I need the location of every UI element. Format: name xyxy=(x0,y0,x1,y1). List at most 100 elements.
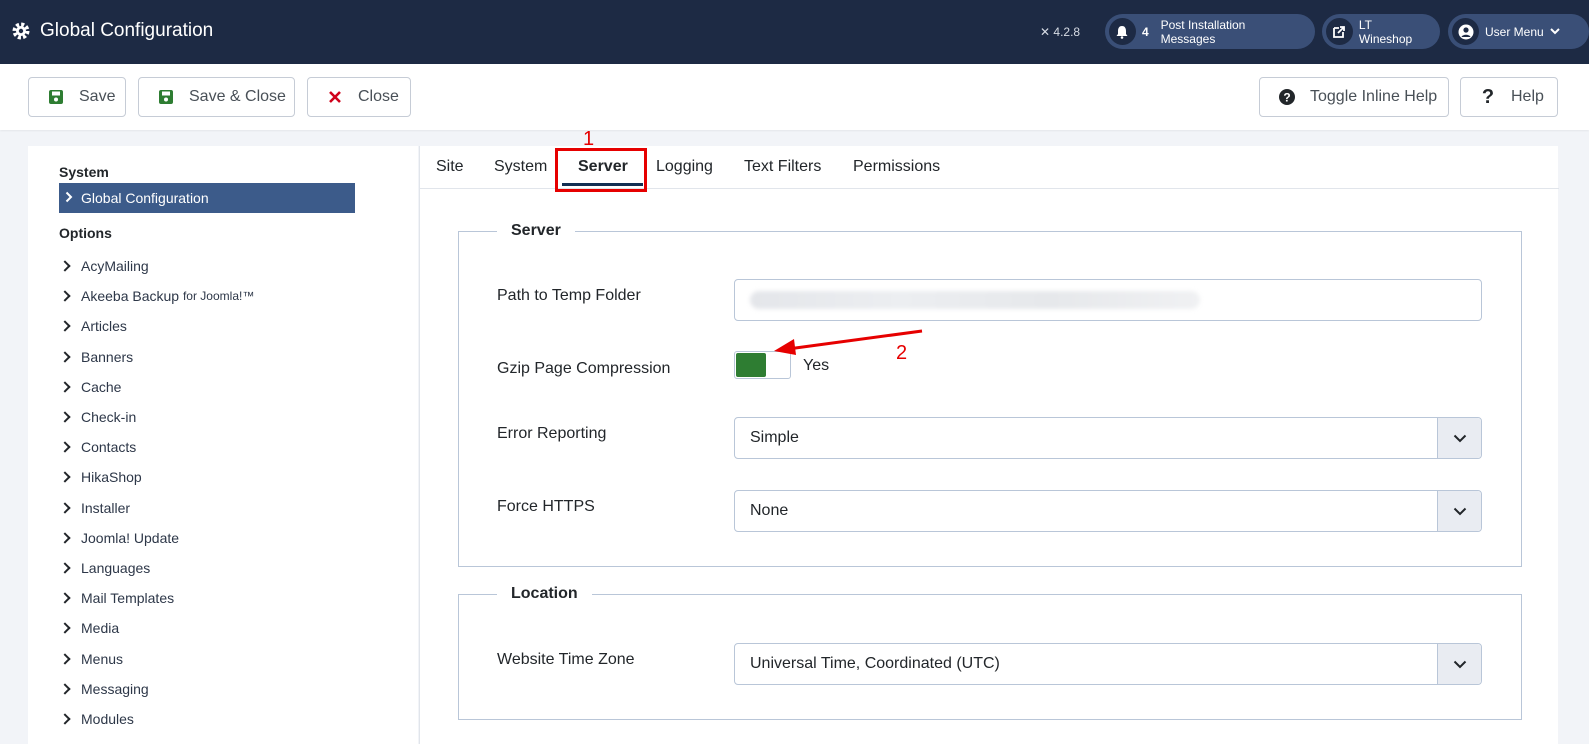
chevron-right-icon xyxy=(59,592,71,604)
sidebar-item-label: Global Configuration xyxy=(81,190,209,206)
chevron-right-icon xyxy=(59,562,71,574)
sidebar-item-akeeba-backup[interactable]: Akeeba Backup for Joomla!™ xyxy=(59,281,254,311)
help-button[interactable]: ? Help xyxy=(1460,77,1558,117)
save-close-button[interactable]: Save & Close xyxy=(138,77,295,117)
timezone-label: Website Time Zone xyxy=(497,651,635,668)
location-fieldset: Location Website Time Zone Universal Tim… xyxy=(458,585,1522,720)
force-https-select[interactable]: None xyxy=(734,490,1482,532)
sidebar-options-list: AcyMailing Akeeba Backup for Joomla!™ Ar… xyxy=(59,251,254,734)
temp-folder-input[interactable] xyxy=(734,279,1482,321)
timezone-select[interactable]: Universal Time, Coordinated (UTC) xyxy=(734,643,1482,685)
chevron-down-icon xyxy=(1437,644,1481,684)
sidebar-item-messaging[interactable]: Messaging xyxy=(59,674,254,704)
save-close-label: Save & Close xyxy=(189,88,286,105)
save-icon xyxy=(157,88,175,106)
sidebar-item-acymailing[interactable]: AcyMailing xyxy=(59,251,254,281)
toggle-inline-help-button[interactable]: ? Toggle Inline Help xyxy=(1259,77,1449,117)
site-label: LT Wineshop xyxy=(1358,17,1413,46)
chevron-down-icon xyxy=(1437,491,1481,531)
sidebar-item-cache[interactable]: Cache xyxy=(59,372,254,402)
chevron-right-icon xyxy=(59,441,71,453)
post-installation-messages-button[interactable]: 4 Post Installation Messages xyxy=(1105,14,1315,49)
server-fieldset: Server Path to Temp Folder Gzip Page Com… xyxy=(458,222,1522,567)
annotation-number-1: 1 xyxy=(583,128,595,150)
error-reporting-value: Simple xyxy=(750,429,799,446)
sidebar-item-contacts[interactable]: Contacts xyxy=(59,432,254,462)
save-button[interactable]: Save xyxy=(28,77,126,117)
post-installation-label: Post Installation Messages xyxy=(1160,17,1246,46)
chevron-right-icon xyxy=(59,260,71,272)
sidebar-item-joomla-update[interactable]: Joomla! Update xyxy=(59,523,254,553)
chevron-right-icon xyxy=(59,652,71,665)
notification-count: 4 xyxy=(1141,24,1149,39)
sidebar-item-hikashop[interactable]: HikaShop xyxy=(59,462,254,492)
annotation-arrow-icon xyxy=(774,329,923,355)
chevron-right-icon xyxy=(59,622,71,635)
error-reporting-select[interactable]: Simple xyxy=(734,417,1482,459)
tab-text-filters[interactable]: Text Filters xyxy=(744,158,821,176)
bell-icon xyxy=(1109,18,1136,45)
error-reporting-label: Error Reporting xyxy=(497,425,607,442)
svg-text:?: ? xyxy=(1283,91,1290,105)
top-header: Global Configuration ✕ 4.2.8 4 Post Inst… xyxy=(0,0,1589,64)
sidebar-item-banners[interactable]: Banners xyxy=(59,342,254,372)
sidebar-item-check-in[interactable]: Check-in xyxy=(59,402,254,432)
main-panel: Site System Server Logging Text Filters … xyxy=(419,128,1559,744)
tab-system[interactable]: System xyxy=(494,158,547,176)
tab-site[interactable]: Site xyxy=(436,158,464,176)
question-icon: ? xyxy=(1481,85,1495,108)
chevron-right-icon xyxy=(59,411,71,423)
sidebar-item-global-configuration[interactable]: Global Configuration xyxy=(59,183,355,213)
chevron-right-icon xyxy=(59,350,71,363)
chevron-right-icon xyxy=(59,381,71,393)
chevron-down-icon xyxy=(1437,418,1481,458)
user-menu-button[interactable]: User Menu xyxy=(1448,14,1589,49)
chevron-right-icon xyxy=(59,320,71,333)
sidebar-item-modules[interactable]: Modules xyxy=(59,704,254,734)
joomla-version: ✕ 4.2.8 xyxy=(1040,25,1081,39)
force-https-value: None xyxy=(750,502,789,519)
sidebar-item-media[interactable]: Media xyxy=(59,613,254,643)
chevron-right-icon xyxy=(65,190,73,206)
sidebar-item-articles[interactable]: Articles xyxy=(59,311,254,341)
sidebar-item-menus[interactable]: Menus xyxy=(59,643,254,673)
chevron-down-icon xyxy=(1549,26,1560,38)
question-circle-icon: ? xyxy=(1278,88,1296,106)
close-icon xyxy=(326,88,344,106)
toggle-help-label: Toggle Inline Help xyxy=(1310,88,1438,105)
force-https-label: Force HTTPS xyxy=(497,498,595,515)
location-legend: Location xyxy=(497,585,592,603)
tab-bar: Site System Server Logging Text Filters … xyxy=(420,146,1559,192)
save-label: Save xyxy=(79,88,116,105)
redacted-path xyxy=(750,291,1200,309)
chevron-right-icon xyxy=(59,683,71,695)
sidebar-item-mail-templates[interactable]: Mail Templates xyxy=(59,583,254,613)
server-legend: Server xyxy=(497,222,575,240)
user-icon xyxy=(1452,18,1479,45)
timezone-value: Universal Time, Coordinated (UTC) xyxy=(750,655,1000,672)
sidebar-item-installer[interactable]: Installer xyxy=(59,493,254,523)
chevron-right-icon xyxy=(59,532,71,544)
chevron-right-icon xyxy=(59,501,71,514)
close-label: Close xyxy=(358,88,399,105)
sidebar-heading-system: System xyxy=(59,164,109,180)
gzip-label: Gzip Page Compression xyxy=(497,360,671,377)
tab-permissions[interactable]: Permissions xyxy=(853,158,940,176)
user-menu-label: User Menu xyxy=(1485,24,1544,39)
help-label: Help xyxy=(1511,88,1544,105)
chevron-right-icon xyxy=(59,713,71,725)
sidebar-item-languages[interactable]: Languages xyxy=(59,553,254,583)
sidebar: System Global Configuration Options AcyM… xyxy=(28,146,418,744)
external-link-icon xyxy=(1326,18,1353,45)
page-title: Global Configuration xyxy=(40,20,214,41)
annotation-highlight-box xyxy=(555,148,647,192)
toolbar: Save Save & Close Close ? Toggle Inline … xyxy=(0,64,1589,130)
sidebar-heading-options: Options xyxy=(59,225,112,241)
temp-folder-label: Path to Temp Folder xyxy=(497,287,641,304)
gear-icon xyxy=(11,21,31,41)
chevron-right-icon xyxy=(59,471,71,484)
site-link-button[interactable]: LT Wineshop xyxy=(1322,14,1440,49)
chevron-right-icon xyxy=(59,290,71,302)
tab-logging[interactable]: Logging xyxy=(656,158,713,176)
close-button[interactable]: Close xyxy=(307,77,411,117)
